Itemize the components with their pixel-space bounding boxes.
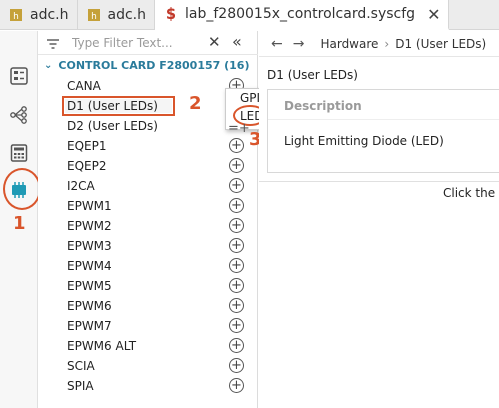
chevron-down-icon: ⌄ [44, 60, 53, 71]
tree-item-epwm3[interactable]: EPWM3 + [67, 236, 252, 256]
collapse-panel-icon[interactable]: « [232, 32, 242, 51]
card-header: Description [268, 90, 499, 120]
tab-label: adc.h [107, 7, 147, 23]
syscfg-file-icon: S [163, 6, 179, 23]
tree-item-epwm4[interactable]: EPWM4 + [67, 256, 252, 276]
add-icon[interactable]: + [229, 138, 244, 153]
add-icon[interactable]: + [229, 218, 244, 233]
add-icon[interactable]: + [229, 318, 244, 333]
breadcrumb-separator-icon: › [384, 36, 390, 51]
svg-text:h: h [91, 12, 97, 22]
svg-text:h: h [13, 12, 19, 22]
add-icon[interactable]: + [229, 378, 244, 393]
filter-icon[interactable] [46, 36, 60, 55]
tree-item-i2ca[interactable]: I2CA + [67, 176, 252, 196]
header-file-icon: h [8, 7, 24, 23]
tree-item-eqep2[interactable]: EQEP2 + [67, 156, 252, 176]
software-view-icon[interactable] [7, 64, 31, 88]
back-arrow-icon[interactable]: ← [271, 36, 283, 52]
tab-adc-h-2[interactable]: h adc.h [78, 0, 155, 30]
description-text: Light Emitting Diode (LED) [284, 134, 444, 148]
main-panel: ← → Hardware › D1 (User LEDs) D1 (User L… [259, 31, 499, 408]
tab-adc-h-1[interactable]: h adc.h [0, 0, 78, 30]
description-card: Description Light Emitting Diode (LED) [267, 89, 499, 173]
divider [259, 181, 499, 182]
tree-item-epwm2[interactable]: EPWM2 + [67, 216, 252, 236]
page-title: D1 (User LEDs) [267, 68, 358, 82]
add-icon[interactable]: + [229, 158, 244, 173]
hierarchy-icon[interactable] [7, 103, 31, 127]
filter-input[interactable] [72, 34, 204, 52]
tab-syscfg[interactable]: S lab_f280015x_controlcard.syscfg ✕ [155, 0, 450, 30]
tree-item-epwm5[interactable]: EPWM5 + [67, 276, 252, 296]
tree-item-epwm6[interactable]: EPWM6 + [67, 296, 252, 316]
add-icon[interactable]: + [229, 198, 244, 213]
tree-item-eqep1[interactable]: EQEP1 + [67, 136, 252, 156]
tree-item-spia[interactable]: SPIA + [67, 376, 252, 396]
hint-text: Click the U [443, 186, 499, 200]
group-label: CONTROL CARD F2800157 (16) [58, 59, 250, 72]
breadcrumb: ← → Hardware › D1 (User LEDs) [259, 31, 499, 57]
tree-item-scia[interactable]: SCIA + [67, 356, 252, 376]
calculator-icon[interactable] [7, 141, 31, 165]
editor-tab-bar: h adc.h h adc.h S lab_f280015x_controlca… [0, 0, 499, 30]
add-icon[interactable]: + [229, 278, 244, 293]
tree-item-epwm7[interactable]: EPWM7 + [67, 316, 252, 336]
close-icon[interactable]: ✕ [427, 5, 440, 24]
tree-group-header[interactable]: ⌄ CONTROL CARD F2800157 (16) [44, 59, 249, 72]
add-icon[interactable]: + [229, 358, 244, 373]
tab-label: adc.h [30, 7, 69, 23]
forward-arrow-icon[interactable]: → [293, 36, 305, 52]
annotation-circle-1 [3, 168, 41, 210]
breadcrumb-current: D1 (User LEDs) [395, 36, 487, 51]
add-icon[interactable]: + [229, 238, 244, 253]
clear-filter-icon[interactable]: ✕ [208, 33, 221, 51]
tab-label: lab_f280015x_controlcard.syscfg [185, 6, 416, 22]
link-icon[interactable]: =+ [228, 121, 250, 136]
filter-bar: ✕ « [38, 31, 258, 55]
annotation-number-1: 1 [13, 213, 26, 234]
add-icon[interactable]: + [229, 178, 244, 193]
add-icon[interactable]: + [229, 258, 244, 273]
add-icon[interactable]: + [229, 298, 244, 313]
tree-item-epwm6-alt[interactable]: EPWM6 ALT + [67, 336, 252, 356]
add-icon[interactable]: + [229, 338, 244, 353]
header-file-icon: h [86, 7, 102, 23]
breadcrumb-root[interactable]: Hardware [320, 37, 378, 51]
tree-item-epwm1[interactable]: EPWM1 + [67, 196, 252, 216]
annotation-number-2: 2 [189, 93, 202, 114]
